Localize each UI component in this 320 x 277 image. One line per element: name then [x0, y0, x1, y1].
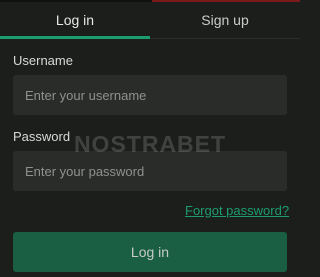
password-label: Password: [13, 129, 71, 144]
tab-sign-up[interactable]: Sign up: [150, 2, 300, 38]
log-in-button[interactable]: Log in: [13, 232, 287, 272]
auth-tabs: Log in Sign up: [0, 2, 300, 38]
watermark-logo: NOSTRABET: [73, 130, 227, 157]
forgot-password-link[interactable]: Forgot password?: [185, 203, 289, 218]
tab-log-in[interactable]: Log in: [0, 2, 150, 38]
username-label: Username: [13, 53, 73, 68]
active-tab-indicator: [0, 36, 150, 39]
username-input[interactable]: [13, 75, 287, 115]
